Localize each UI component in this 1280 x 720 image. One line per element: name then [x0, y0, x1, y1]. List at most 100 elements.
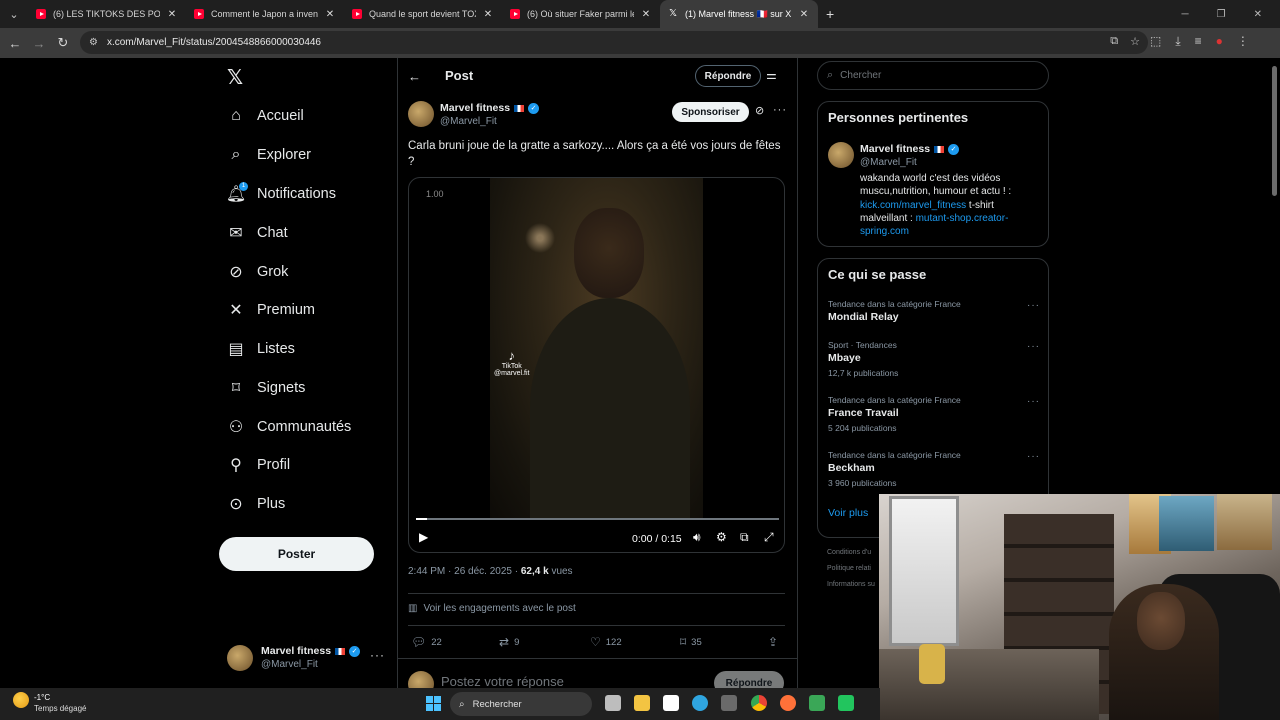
footer-link[interactable]: Politique relati: [827, 561, 877, 577]
sidebar-item-profile[interactable]: ⚲ Profil: [227, 453, 290, 477]
maximize-icon[interactable]: ❐: [1217, 9, 1226, 20]
grok-explain-icon[interactable]: ⊘: [755, 104, 764, 117]
browser-tab[interactable]: (6) LES TIKTOKS DES POLITIQUES✕: [28, 0, 186, 28]
see-more-link[interactable]: Voir plus: [828, 507, 868, 519]
tab-search-dropdown-icon[interactable]: ⌄: [0, 0, 28, 28]
address-bar[interactable]: ⚙ x.com/Marvel_Fit/status/20045488660000…: [80, 31, 1148, 54]
bookmark-icon: ⌑: [231, 380, 241, 397]
site-info-icon[interactable]: ⚙: [89, 37, 98, 48]
author-name[interactable]: Marvel fitness ✓: [440, 102, 540, 114]
minimize-icon[interactable]: ─: [1182, 9, 1189, 20]
volume-icon[interactable]: 🔊︎: [693, 530, 701, 545]
close-tab-icon[interactable]: ✕: [324, 9, 336, 20]
footer-link[interactable]: Informations su: [827, 577, 877, 593]
close-window-icon[interactable]: ✕: [1254, 9, 1262, 20]
browser-tab-active[interactable]: 𝕏(1) Marvel fitness 🇫🇷 sur X : "Car✕: [660, 0, 818, 28]
filter-settings-icon[interactable]: ⚌: [766, 68, 777, 82]
x-logo-icon[interactable]: 𝕏: [227, 65, 243, 90]
relevant-person-name[interactable]: Marvel fitness ✓: [860, 143, 960, 155]
reply-input[interactable]: Postez votre réponse: [441, 674, 564, 689]
sidebar-item-bookmarks[interactable]: ⌑ Signets: [227, 376, 305, 400]
weather-temperature[interactable]: -1°C: [34, 693, 50, 702]
repost-action[interactable]: ⇄ 9: [499, 635, 519, 649]
browser-menu-icon[interactable]: ⋮: [1237, 34, 1249, 49]
video-player[interactable]: 1.00 ♪ TikTok @marvel.fit ▶ 0:00 / 0:15 …: [408, 177, 785, 553]
play-icon[interactable]: ▶: [419, 530, 428, 544]
account-name[interactable]: Marvel fitness ✓: [261, 645, 361, 657]
search-input[interactable]: ⌕ Chercher: [817, 61, 1049, 90]
video-progress-bar[interactable]: [416, 518, 779, 520]
weather-description[interactable]: Temps dégagé: [34, 704, 86, 713]
reply-action[interactable]: 💬︎ 22: [411, 635, 442, 649]
close-tab-icon[interactable]: ✕: [482, 9, 494, 20]
sidebar-item-lists[interactable]: ▤ Listes: [227, 337, 294, 361]
trend-more-icon[interactable]: ···: [1027, 300, 1040, 311]
like-action[interactable]: ♡ 122: [590, 635, 622, 649]
trend-name[interactable]: Mbaye: [828, 352, 861, 364]
taskbar-search[interactable]: ⌕ Rechercher: [450, 692, 592, 716]
bookmark-action[interactable]: ⌑ 35: [680, 635, 702, 649]
close-tab-icon[interactable]: ✕: [798, 9, 810, 20]
trend-more-icon[interactable]: ···: [1027, 451, 1040, 462]
app-icon[interactable]: [809, 695, 825, 711]
trend-more-icon[interactable]: ···: [1027, 341, 1040, 352]
profile-avatar-icon[interactable]: ●: [1216, 34, 1223, 49]
footer-link[interactable]: Conditions d'u: [827, 545, 877, 561]
file-explorer-icon[interactable]: [634, 695, 650, 711]
sponsor-button[interactable]: Sponsoriser: [672, 102, 749, 122]
edge-icon[interactable]: [692, 695, 708, 711]
relevant-person-avatar[interactable]: [828, 142, 854, 168]
sidebar-item-notifications[interactable]: 🔔︎ 1 Notifications: [226, 182, 336, 206]
sidebar-item-premium[interactable]: ✕ Premium: [227, 298, 315, 322]
weather-sun-icon[interactable]: [13, 692, 29, 708]
store-icon[interactable]: [721, 695, 737, 711]
trend-name[interactable]: France Travail: [828, 407, 899, 419]
account-more-icon[interactable]: ···: [370, 648, 385, 662]
new-tab-icon[interactable]: +: [826, 6, 834, 22]
author-avatar[interactable]: [408, 101, 434, 127]
trend-name[interactable]: Beckham: [828, 462, 875, 474]
sidebar-item-more[interactable]: ⊙ Plus: [227, 492, 285, 516]
sidebar-item-grok[interactable]: ⊘ Grok: [227, 260, 288, 284]
download-icon[interactable]: ⤓: [1175, 34, 1180, 49]
close-tab-icon[interactable]: ✕: [166, 9, 178, 20]
sidebar-item-chat[interactable]: ✉ Chat: [227, 221, 287, 245]
chrome-icon[interactable]: [751, 695, 767, 711]
browser-tab[interactable]: Comment le Japon a inventé l'a✕: [186, 0, 344, 28]
notepad-icon[interactable]: [663, 695, 679, 711]
back-arrow-icon[interactable]: ←: [408, 69, 421, 84]
reload-icon[interactable]: ↻: [51, 35, 75, 51]
reading-list-icon[interactable]: ≡: [1195, 34, 1202, 49]
reply-header-button[interactable]: Répondre: [695, 65, 761, 87]
windows-start-icon[interactable]: [426, 696, 441, 711]
sidebar-item-communities[interactable]: ⚇ Communautés: [227, 415, 351, 439]
scrollbar-thumb[interactable]: [1272, 66, 1277, 196]
back-icon[interactable]: ←: [3, 36, 27, 51]
forward-icon[interactable]: →: [27, 36, 51, 51]
task-view-icon[interactable]: [605, 695, 621, 711]
author-handle[interactable]: @Marvel_Fit: [440, 116, 497, 127]
settings-gear-icon[interactable]: ⚙: [716, 530, 727, 544]
video-frame[interactable]: ♪ TikTok @marvel.fit: [490, 178, 703, 518]
sidebar-item-explore[interactable]: ⌕ Explorer: [227, 143, 311, 167]
bio-link-kick[interactable]: kick.com/marvel_fitness: [860, 200, 966, 211]
install-app-icon[interactable]: ⧉: [1110, 35, 1118, 48]
view-engagements-link[interactable]: ▥ Voir les engagements avec le post: [408, 603, 576, 614]
app-icon[interactable]: [838, 695, 854, 711]
extensions-icon[interactable]: ⬚: [1150, 34, 1161, 49]
trend-more-icon[interactable]: ···: [1027, 396, 1040, 407]
account-avatar[interactable]: [227, 645, 253, 671]
browser-tab[interactable]: (6) Où situer Faker parmi les lég✕: [502, 0, 660, 28]
fullscreen-icon[interactable]: ⤢: [764, 530, 774, 545]
star-icon[interactable]: ☆: [1130, 35, 1140, 48]
trend-name[interactable]: Mondial Relay: [828, 311, 899, 323]
close-tab-icon[interactable]: ✕: [640, 9, 652, 20]
share-action[interactable]: ⇪: [768, 635, 778, 649]
post-button[interactable]: Poster: [219, 537, 374, 571]
playback-speed[interactable]: 1.00: [426, 189, 444, 199]
sidebar-item-home[interactable]: ⌂ Accueil: [227, 104, 304, 128]
browser-tab[interactable]: Quand le sport devient TOXIQUE✕: [344, 0, 502, 28]
pip-icon[interactable]: ⧉: [740, 530, 749, 545]
post-more-icon[interactable]: ···: [773, 104, 787, 116]
firefox-icon[interactable]: [780, 695, 796, 711]
